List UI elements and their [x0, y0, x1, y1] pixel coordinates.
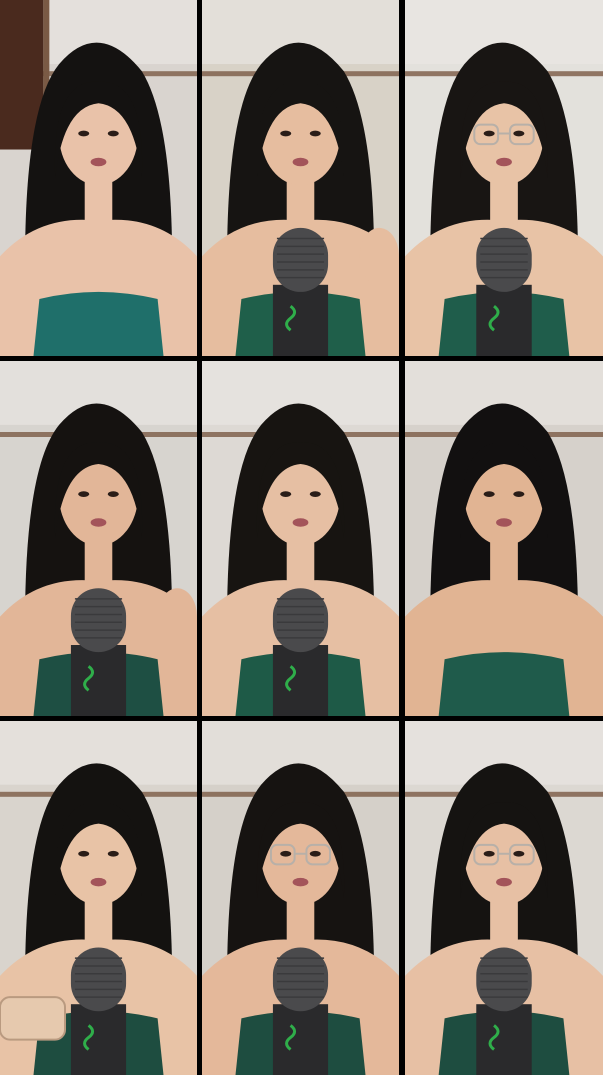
- video-frame-2: [202, 0, 399, 356]
- photo-collage-grid: [0, 0, 603, 1075]
- frame-illustration: [0, 721, 197, 1075]
- video-frame-4: [0, 361, 197, 716]
- video-frame-7: [0, 721, 197, 1075]
- frame-illustration: [0, 361, 197, 716]
- frame-illustration: [202, 721, 399, 1075]
- frame-illustration: [405, 361, 603, 716]
- video-frame-1: [0, 0, 197, 356]
- frame-illustration: [202, 361, 399, 716]
- frame-illustration: [405, 0, 603, 356]
- video-frame-3: [405, 0, 603, 356]
- video-frame-9: [405, 721, 603, 1075]
- frame-illustration: [405, 721, 603, 1075]
- frame-illustration: [202, 0, 399, 356]
- video-frame-5: [202, 361, 399, 716]
- frame-illustration: [0, 0, 197, 356]
- video-frame-8: [202, 721, 399, 1075]
- video-frame-6: [405, 361, 603, 716]
